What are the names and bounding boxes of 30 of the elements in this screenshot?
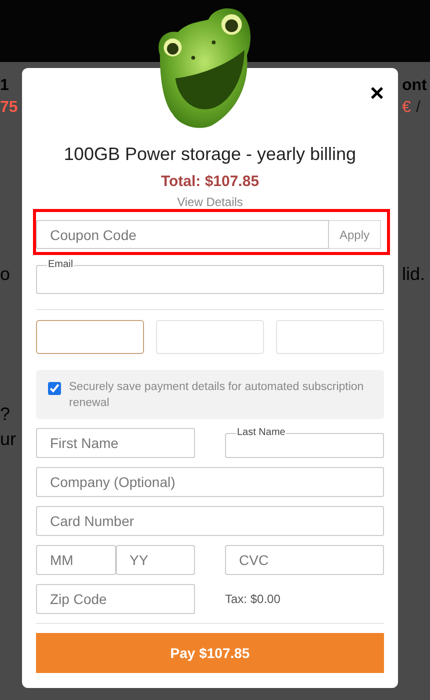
cvc-field[interactable]: CVC xyxy=(225,545,384,575)
background-text: 75 xyxy=(0,100,18,116)
apply-button[interactable]: Apply xyxy=(329,220,381,249)
coupon-field[interactable]: Coupon Code xyxy=(36,220,329,249)
background-text: ont xyxy=(402,78,427,94)
background-text: lid. xyxy=(402,265,426,283)
view-details-link[interactable]: View Details xyxy=(177,196,243,208)
background-text: / xyxy=(416,100,420,116)
background-text: o xyxy=(0,265,10,283)
total-price: Total: $107.85 xyxy=(160,173,260,190)
background-text: ur xyxy=(0,430,16,448)
expiry-month-field[interactable]: MM xyxy=(36,545,116,575)
zip-code-field[interactable]: Zip Code xyxy=(36,584,195,614)
background-text: ? xyxy=(0,405,10,423)
last-name-label: Last Name xyxy=(236,428,286,438)
product-title: 100GB Power storage - yearly billing xyxy=(62,144,358,165)
last-name-field[interactable]: Last Name xyxy=(225,428,384,458)
background-text: € xyxy=(402,100,411,116)
card-input-field[interactable] xyxy=(36,320,144,354)
save-details-checkbox[interactable] xyxy=(48,382,61,395)
close-button[interactable]: × xyxy=(370,82,384,106)
expiry-year-field[interactable]: YY xyxy=(116,545,195,575)
background-text: 1 xyxy=(0,78,9,94)
company-field[interactable]: Company (Optional) xyxy=(36,467,384,497)
email-label: Email xyxy=(47,260,74,270)
tax-amount: Tax: $0.00 xyxy=(225,592,282,606)
save-details-label: Securely save payment details for automated subscription renewal xyxy=(69,380,365,411)
card-number-field[interactable]: Card Number xyxy=(36,506,384,536)
first-name-field[interactable]: First Name xyxy=(36,428,195,458)
email-field[interactable]: Email xyxy=(36,260,384,294)
